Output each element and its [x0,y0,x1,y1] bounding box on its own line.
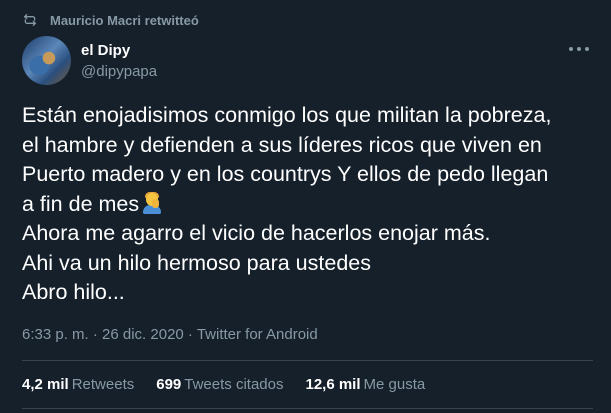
retweet-context[interactable]: Mauricio Macri retwitteó [22,12,199,28]
retweet-context-text: Mauricio Macri retwitteó [50,12,199,28]
divider [22,360,593,361]
tweet-line: Están enojadisimos conmigo los que milit… [22,103,552,127]
more-options-button[interactable] [569,42,589,56]
more-dot-icon [585,47,589,51]
tweet-line: a fin de mes [22,190,592,220]
tweet-line: Ahora me agarro el vicio de hacerlos eno… [22,221,491,245]
quote-tweets-stat[interactable]: 699 Tweets citados [156,376,283,393]
tweet-timestamp[interactable]: 6:33 p. m. · 26 dic. 2020 · Twitter for … [22,326,318,343]
likes-stat[interactable]: 12,6 mil Me gusta [305,376,425,393]
more-dot-icon [569,47,573,51]
stat-value: 4,2 mil [22,376,69,393]
tweet-line: Puerto madero y en los countrys Y ellos … [22,162,549,186]
stat-value: 12,6 mil [305,376,361,393]
tweet-text: Están enojadisimos conmigo los que milit… [22,101,592,308]
tweet-line: el hambre y defienden a sus líderes rico… [22,132,542,157]
author-handle[interactable]: @dipypapa [81,63,157,80]
retweet-icon [24,14,36,26]
tweet-line: Ahi va un hilo hermoso para ustedes [22,250,371,275]
tweet-line-text: a fin de mes [22,191,140,216]
more-dot-icon [577,47,581,51]
author-display-name[interactable]: el Dipy [81,42,130,59]
avatar[interactable] [22,36,71,85]
stat-label: Me gusta [363,376,426,393]
divider [22,408,593,409]
stat-label: Tweets citados [184,376,284,393]
retweets-stat[interactable]: 4,2 mil Retweets [22,376,134,393]
stat-value: 699 [156,376,182,393]
tweet-line: Abro hilo... [22,280,125,304]
tweet-stats: 4,2 mil Retweets 699 Tweets citados 12,6 m… [22,376,447,393]
stat-label: Retweets [71,376,135,393]
face-palm-emoji [141,191,163,214]
